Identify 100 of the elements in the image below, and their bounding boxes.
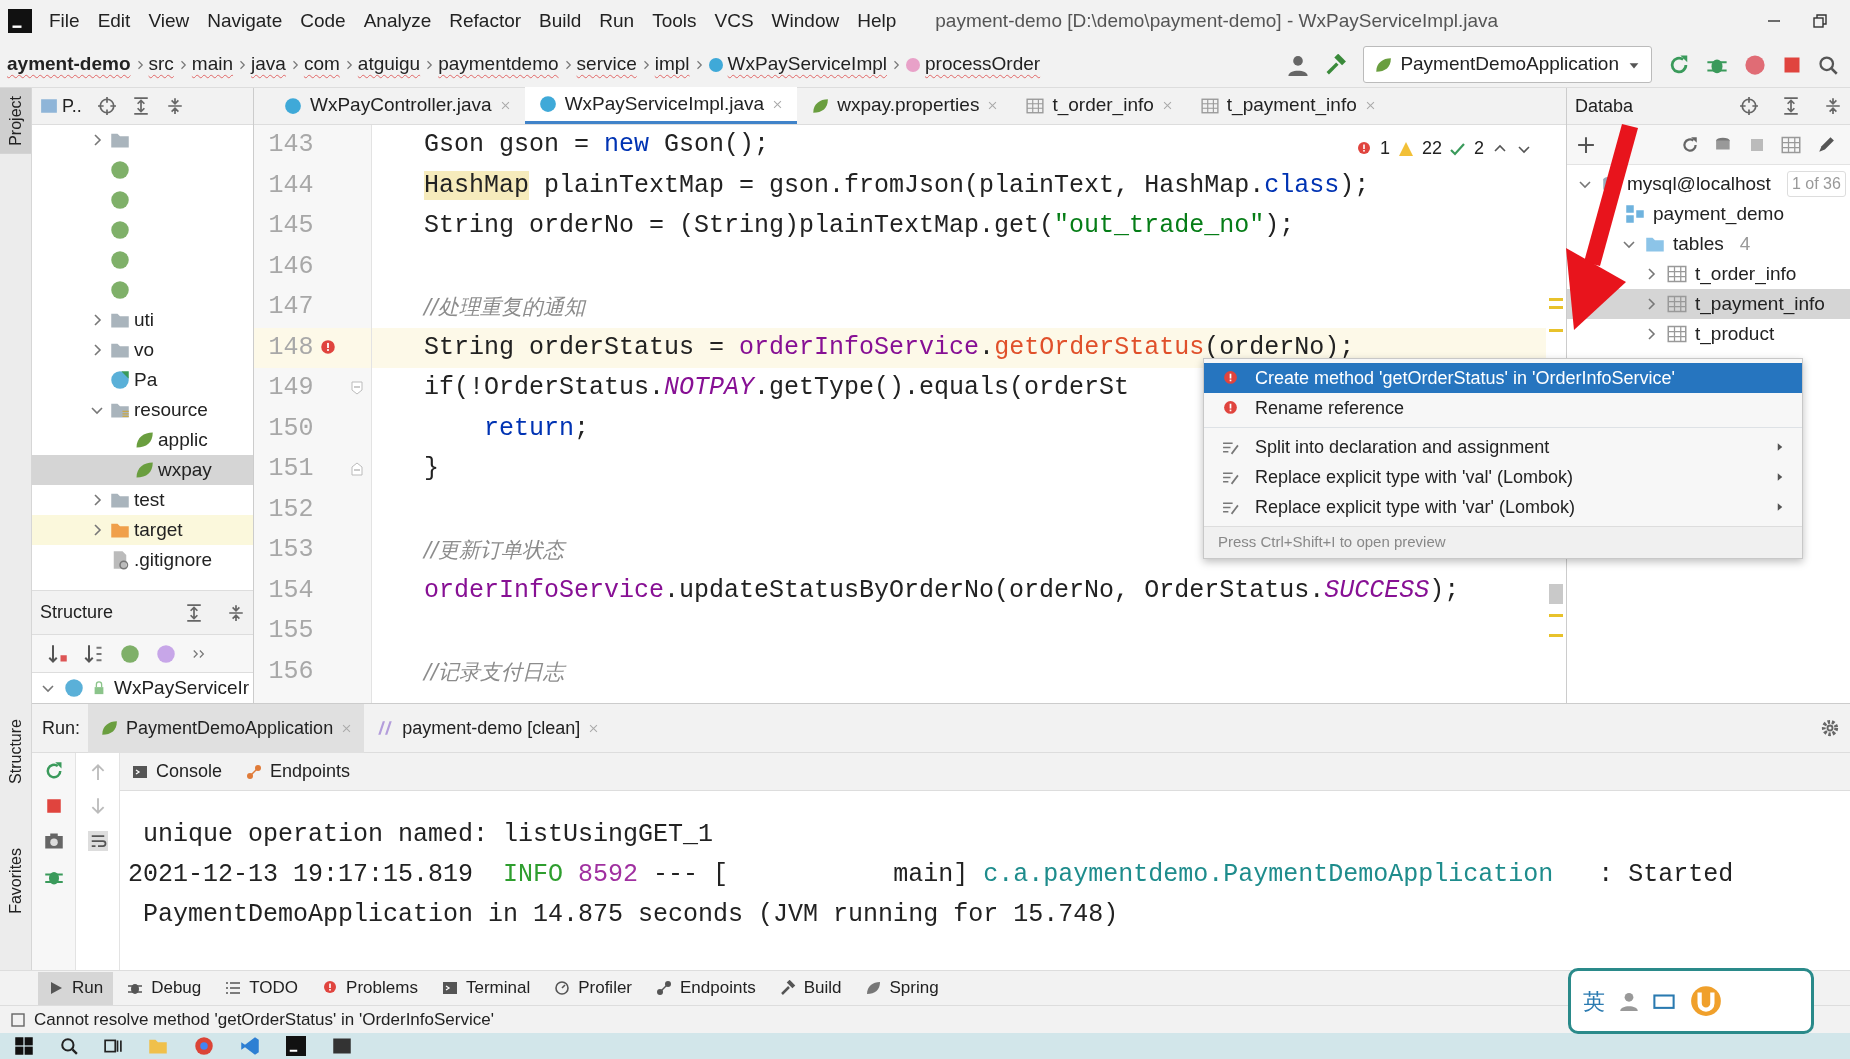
hint-text: Press Ctrl+Shift+I to open preview: [1204, 526, 1802, 558]
tree-item[interactable]: test: [134, 485, 165, 515]
console-line: 2021-12-13 19:17:15.819 INFO 8592 --- [ main] c.a.paymentdemo.PaymentDemoApplication : Started: [128, 860, 1734, 889]
menu-item[interactable]: Run: [590, 6, 644, 36]
tree-item[interactable]: WxPayServiceIr: [114, 673, 250, 703]
menu-item[interactable]: Help: [848, 6, 906, 36]
line-number: 152: [267, 493, 314, 526]
project-view-dropdown[interactable]: P..: [40, 92, 82, 120]
console-tab[interactable]: Console: [132, 758, 223, 785]
configuration-tab[interactable]: payment-demo [clean]: [364, 703, 612, 753]
breadcrumb-item[interactable]: src: [145, 50, 177, 79]
console-tab[interactable]: Endpoints: [246, 758, 351, 785]
line-number: 145: [267, 210, 314, 242]
tool-window-tab[interactable]: Terminal: [431, 971, 541, 1005]
editor-tab[interactable]: WxPayController.java: [270, 87, 525, 124]
breadcrumb-item[interactable]: main: [188, 50, 237, 79]
breadcrumb-item[interactable]: paymentdemo: [435, 50, 562, 79]
code-line: Gson gson = new Gson();: [424, 130, 770, 159]
editor-tab[interactable]: wxpay.properties: [797, 87, 1013, 124]
tool-window-tab[interactable]: Favorites: [0, 840, 31, 922]
tool-window-tab[interactable]: Endpoints: [646, 971, 766, 1005]
menu-item[interactable]: Replace explicit type with 'val' (Lombok): [1204, 462, 1802, 492]
tree-item[interactable]: payment_demo: [1653, 199, 1784, 229]
code-line: if(!OrderStatus.NOTPAY.getType().equals(orderSt: [424, 373, 1130, 402]
breadcrumb-item[interactable]: processOrder: [902, 50, 1044, 79]
tool-window-tab[interactable]: Structure: [0, 711, 31, 793]
breadcrumb-item[interactable]: WxPayServiceImpl: [704, 50, 890, 79]
code-line: return;: [483, 413, 590, 443]
menu-item[interactable]: Tools: [643, 6, 706, 36]
breadcrumb-item[interactable]: ayment-demo: [4, 50, 134, 79]
tree-item[interactable]: resource: [134, 395, 208, 425]
menu-item[interactable]: Create method 'getOrderStatus' in 'OrderInfoService': [1204, 363, 1802, 393]
tool-window-tab[interactable]: TODO: [215, 971, 309, 1005]
tree-item[interactable]: mysql@localhost: [1627, 169, 1771, 199]
line-number: 154: [267, 574, 314, 607]
line-number: 146: [267, 250, 314, 283]
connection-badge: 1 of 36: [1786, 171, 1846, 197]
breadcrumb-item[interactable]: impl: [651, 50, 693, 79]
line-number: 143: [267, 129, 314, 161]
menu-item[interactable]: Rename reference: [1204, 393, 1802, 423]
breadcrumb-item[interactable]: atguigu: [354, 50, 424, 79]
menu-item[interactable]: Navigate: [198, 6, 292, 36]
line-number: 148: [267, 331, 314, 364]
code-line: orderInfoService.updateStatusByOrderNo(orderNo, OrderStatus.SUCCESS);: [424, 575, 1460, 605]
item-count: 4: [1739, 231, 1751, 256]
code-line: HashMap plainTextMap = gson.fromJson(plainText, HashMap.class);: [424, 170, 1370, 200]
menu-item[interactable]: File: [40, 6, 89, 36]
tool-window-tab[interactable]: Build: [769, 971, 852, 1005]
tree-item[interactable]: vo: [134, 335, 155, 365]
console-line: unique operation named: listUsingGET_1: [142, 820, 714, 849]
configuration-tab[interactable]: PaymentDemoApplication: [88, 703, 365, 753]
editor-tab[interactable]: t_payment_info: [1186, 87, 1390, 124]
line-number: 149: [267, 372, 314, 404]
breadcrumb-item[interactable]: java: [248, 50, 289, 79]
breadcrumb-item[interactable]: com: [300, 50, 343, 79]
panel-title: Structure: [40, 601, 114, 624]
console-line: PaymentDemoApplication in 14.875 seconds (JVM running for 15.748): [142, 900, 1119, 929]
tool-window-tab[interactable]: Problems: [312, 971, 428, 1005]
code-line: //记录支付日志: [424, 658, 565, 686]
menu-item[interactable]: Refactor: [440, 6, 531, 36]
tree-item[interactable]: .gitignore: [134, 545, 213, 575]
tree-item[interactable]: applic: [158, 425, 208, 455]
line-number: 150: [267, 412, 314, 445]
menu-item[interactable]: VCS: [705, 6, 763, 36]
inspection-widget[interactable]: 1 22 2: [1355, 135, 1532, 162]
window-title: payment-demo [D:\demo\payment-demo] - WxPayServiceImpl.java: [935, 8, 1499, 33]
tree-item[interactable]: t_product: [1695, 319, 1775, 349]
tree-item[interactable]: tables: [1673, 229, 1724, 259]
line-number: 144: [267, 169, 314, 202]
tool-window-tab[interactable]: Spring: [855, 971, 949, 1005]
tool-window-tab[interactable]: Debug: [117, 971, 212, 1005]
editor-tab[interactable]: t_order_info: [1012, 87, 1187, 124]
input-method-toolbar[interactable]: 英: [1568, 968, 1814, 1034]
menu-item[interactable]: Analyze: [354, 6, 441, 36]
tree-item[interactable]: uti: [134, 305, 155, 335]
line-number: 155: [267, 615, 314, 647]
menu-item[interactable]: Split into declaration and assignment: [1204, 432, 1802, 462]
line-number: 156: [267, 655, 314, 688]
line-number: 153: [267, 534, 314, 566]
menu-item[interactable]: View: [139, 6, 199, 36]
menu-item[interactable]: Code: [291, 6, 355, 36]
menu-item[interactable]: Edit: [88, 6, 140, 36]
menu-item[interactable]: Window: [762, 6, 849, 36]
breadcrumb-item[interactable]: service: [573, 50, 640, 79]
panel-title: Databa: [1575, 94, 1634, 118]
tree-item[interactable]: Pa: [134, 365, 158, 395]
menu-item[interactable]: Build: [530, 6, 591, 36]
tool-window-tab[interactable]: Profiler: [544, 971, 643, 1005]
line-number: 151: [267, 453, 314, 485]
tool-window-tab[interactable]: Project: [0, 88, 31, 154]
code-line: String orderNo = (String)plainTextMap.get("out_trade_no");: [424, 211, 1295, 240]
code-line: String orderStatus = orderInfoService.getOrderStatus(orderNo);: [424, 332, 1355, 362]
editor-tab[interactable]: WxPayServiceImpl.java: [524, 87, 798, 124]
status-message: Cannot resolve method 'getOrderStatus' in 'OrderInfoService': [34, 1008, 494, 1031]
code-line: }: [424, 454, 439, 483]
run-configuration-dropdown[interactable]: PaymentDemoApplication: [1363, 46, 1652, 83]
tool-window-tab[interactable]: Run: [38, 971, 114, 1005]
code-line: //处理重复的通知: [424, 294, 586, 321]
tree-item[interactable]: t_order_info: [1695, 259, 1797, 289]
menu-item[interactable]: Replace explicit type with 'var' (Lombok): [1204, 492, 1802, 522]
